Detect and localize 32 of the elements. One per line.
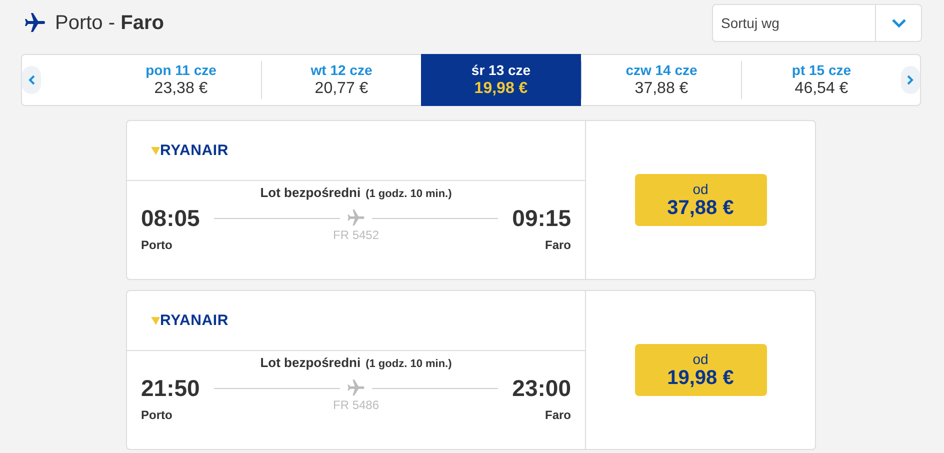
chevron-left-icon: [28, 75, 35, 85]
flight-type: Lot bezpośredni: [260, 355, 361, 370]
price-button[interactable]: od 19,98 €: [634, 344, 766, 396]
flight-number: FR 5452: [332, 228, 380, 242]
airline-logo: RYANAIR: [160, 142, 229, 159]
flight-duration: (1 godz. 10 min.): [366, 358, 452, 370]
chevron-right-icon: [907, 75, 914, 85]
plane-icon: [346, 378, 366, 398]
route-title: Porto - Faro: [55, 12, 164, 34]
next-button[interactable]: [901, 66, 920, 94]
date-tab[interactable]: czw 14 cze 37,88 €: [581, 61, 741, 99]
plane-icon: [23, 11, 47, 35]
date-tab[interactable]: pon 11 cze 23,38 €: [101, 61, 261, 99]
chevron-down-icon: [892, 18, 906, 28]
flight-duration: (1 godz. 10 min.): [366, 188, 452, 200]
departure-time: 08:05: [141, 205, 200, 232]
flight-number: FR 5486: [332, 398, 380, 412]
flight-type: Lot bezpośredni: [260, 185, 361, 200]
sort-placeholder: Sortuj wg: [720, 14, 780, 33]
sort-dropdown[interactable]: Sortuj wg: [712, 4, 922, 42]
plane-icon: [346, 208, 366, 228]
price-button[interactable]: od 37,88 €: [634, 174, 766, 226]
arrival-city: Faro: [544, 408, 571, 422]
date-tab[interactable]: śr 13 cze 19,98 €: [421, 54, 581, 106]
departure-city: Porto: [141, 408, 172, 422]
arrival-time: 23:00: [512, 375, 571, 402]
departure-time: 21:50: [141, 375, 200, 402]
arrival-time: 09:15: [512, 205, 571, 232]
previous-button[interactable]: [22, 66, 41, 94]
arrival-city: Faro: [544, 238, 571, 252]
departure-city: Porto: [141, 238, 172, 252]
airline-logo: RYANAIR: [160, 312, 229, 329]
